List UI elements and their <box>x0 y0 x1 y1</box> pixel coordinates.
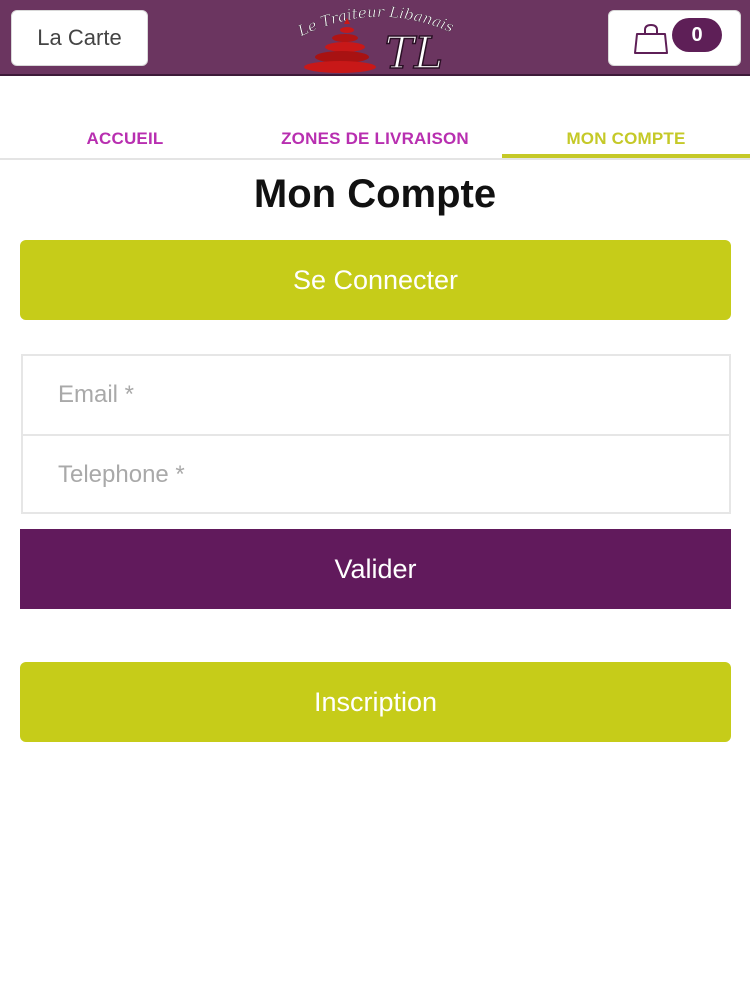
active-tab-indicator <box>502 154 750 158</box>
logo-monogram: TL <box>385 28 444 74</box>
tab-accueil[interactable]: ACCUEIL <box>0 118 250 160</box>
se-connecter-button[interactable]: Se Connecter <box>20 240 731 320</box>
cart-count-badge: 0 <box>672 18 722 52</box>
page-title: Mon Compte <box>253 172 497 216</box>
telephone-field[interactable] <box>23 436 729 514</box>
brand-logo[interactable]: Le Traiteur Libanais TL <box>290 4 462 74</box>
inscription-button[interactable]: Inscription <box>20 662 731 742</box>
app-header: La Carte Le Traiteur Libanais TL 0 <box>0 0 750 76</box>
login-form <box>21 354 731 514</box>
la-carte-button[interactable]: La Carte <box>11 10 148 66</box>
tab-zones-de-livraison[interactable]: ZONES DE LIVRAISON <box>250 118 500 160</box>
shopping-bag-icon <box>634 23 668 54</box>
valider-button[interactable]: Valider <box>20 529 731 609</box>
email-field[interactable] <box>23 356 729 434</box>
